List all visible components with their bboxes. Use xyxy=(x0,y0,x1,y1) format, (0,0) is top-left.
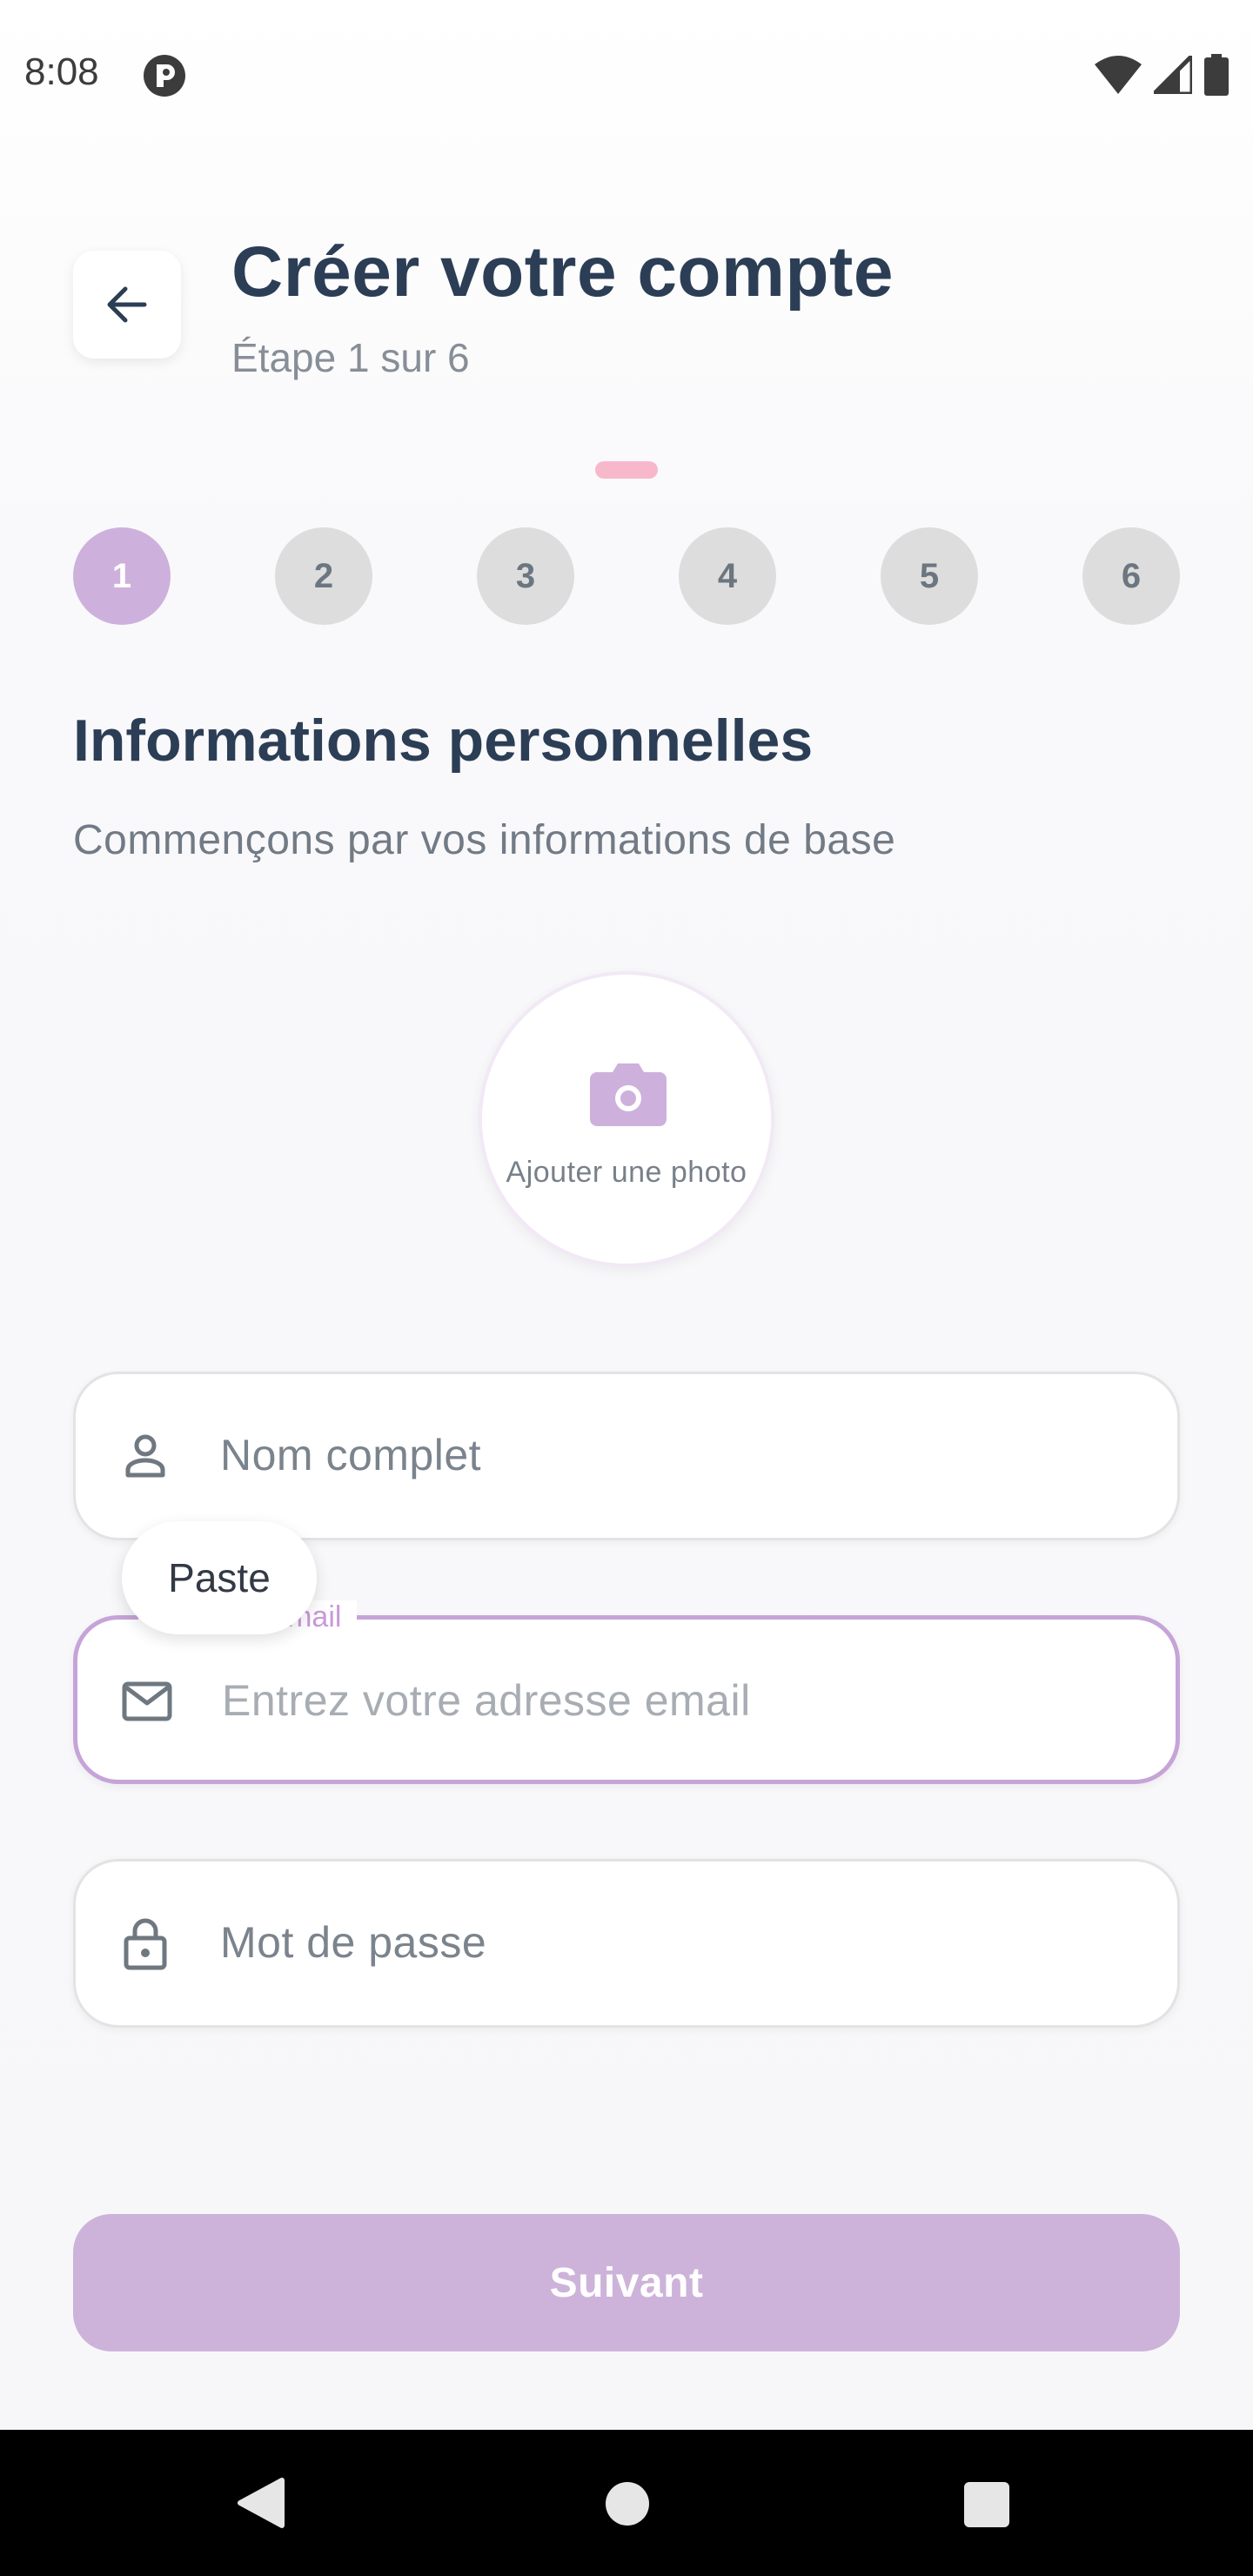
status-bar: 8:08 xyxy=(0,0,1253,148)
status-icons xyxy=(1095,54,1229,96)
email-field[interactable]: Adresse email Entrez votre adresse email xyxy=(73,1600,1180,1784)
mail-icon xyxy=(122,1681,172,1721)
drag-indicator xyxy=(595,461,658,479)
step-6: 6 xyxy=(1082,527,1180,625)
photo-label: Ajouter une photo xyxy=(506,1156,747,1189)
back-button[interactable] xyxy=(73,251,181,359)
step-1: 1 xyxy=(73,527,171,625)
camera-icon xyxy=(590,1063,667,1126)
arrow-left-icon xyxy=(107,286,147,323)
full-name-field[interactable]: Nom complet xyxy=(73,1372,1180,1540)
next-button[interactable]: Suivant xyxy=(73,2214,1180,2351)
section-title: Informations personnelles xyxy=(73,708,814,774)
step-indicator-text: Étape 1 sur 6 xyxy=(231,335,470,380)
nav-home-icon[interactable] xyxy=(606,2482,649,2526)
wifi-icon xyxy=(1095,56,1142,94)
status-time: 8:08 xyxy=(24,50,99,93)
step-4: 4 xyxy=(679,527,776,625)
app-notification-icon xyxy=(144,55,185,97)
step-5: 5 xyxy=(881,527,978,625)
nav-back-icon[interactable] xyxy=(237,2477,285,2529)
password-placeholder: Mot de passe xyxy=(220,1918,487,1967)
nav-recents-icon[interactable] xyxy=(964,2482,1009,2527)
step-2: 2 xyxy=(275,527,372,625)
lock-icon xyxy=(124,1918,167,1970)
full-name-placeholder: Nom complet xyxy=(220,1431,482,1479)
step-3: 3 xyxy=(477,527,574,625)
person-icon xyxy=(125,1434,165,1478)
battery-icon xyxy=(1204,54,1229,96)
password-field[interactable]: Mot de passe xyxy=(73,1859,1180,2028)
paste-popup-button[interactable]: Paste xyxy=(122,1521,317,1634)
signal-icon xyxy=(1154,56,1192,94)
section-subtitle: Commençons par vos informations de base xyxy=(73,817,896,863)
email-placeholder: Entrez votre adresse email xyxy=(222,1676,751,1725)
photo-upload-button[interactable]: Ajouter une photo xyxy=(479,971,774,1267)
page-title: Créer votre compte xyxy=(231,232,894,312)
